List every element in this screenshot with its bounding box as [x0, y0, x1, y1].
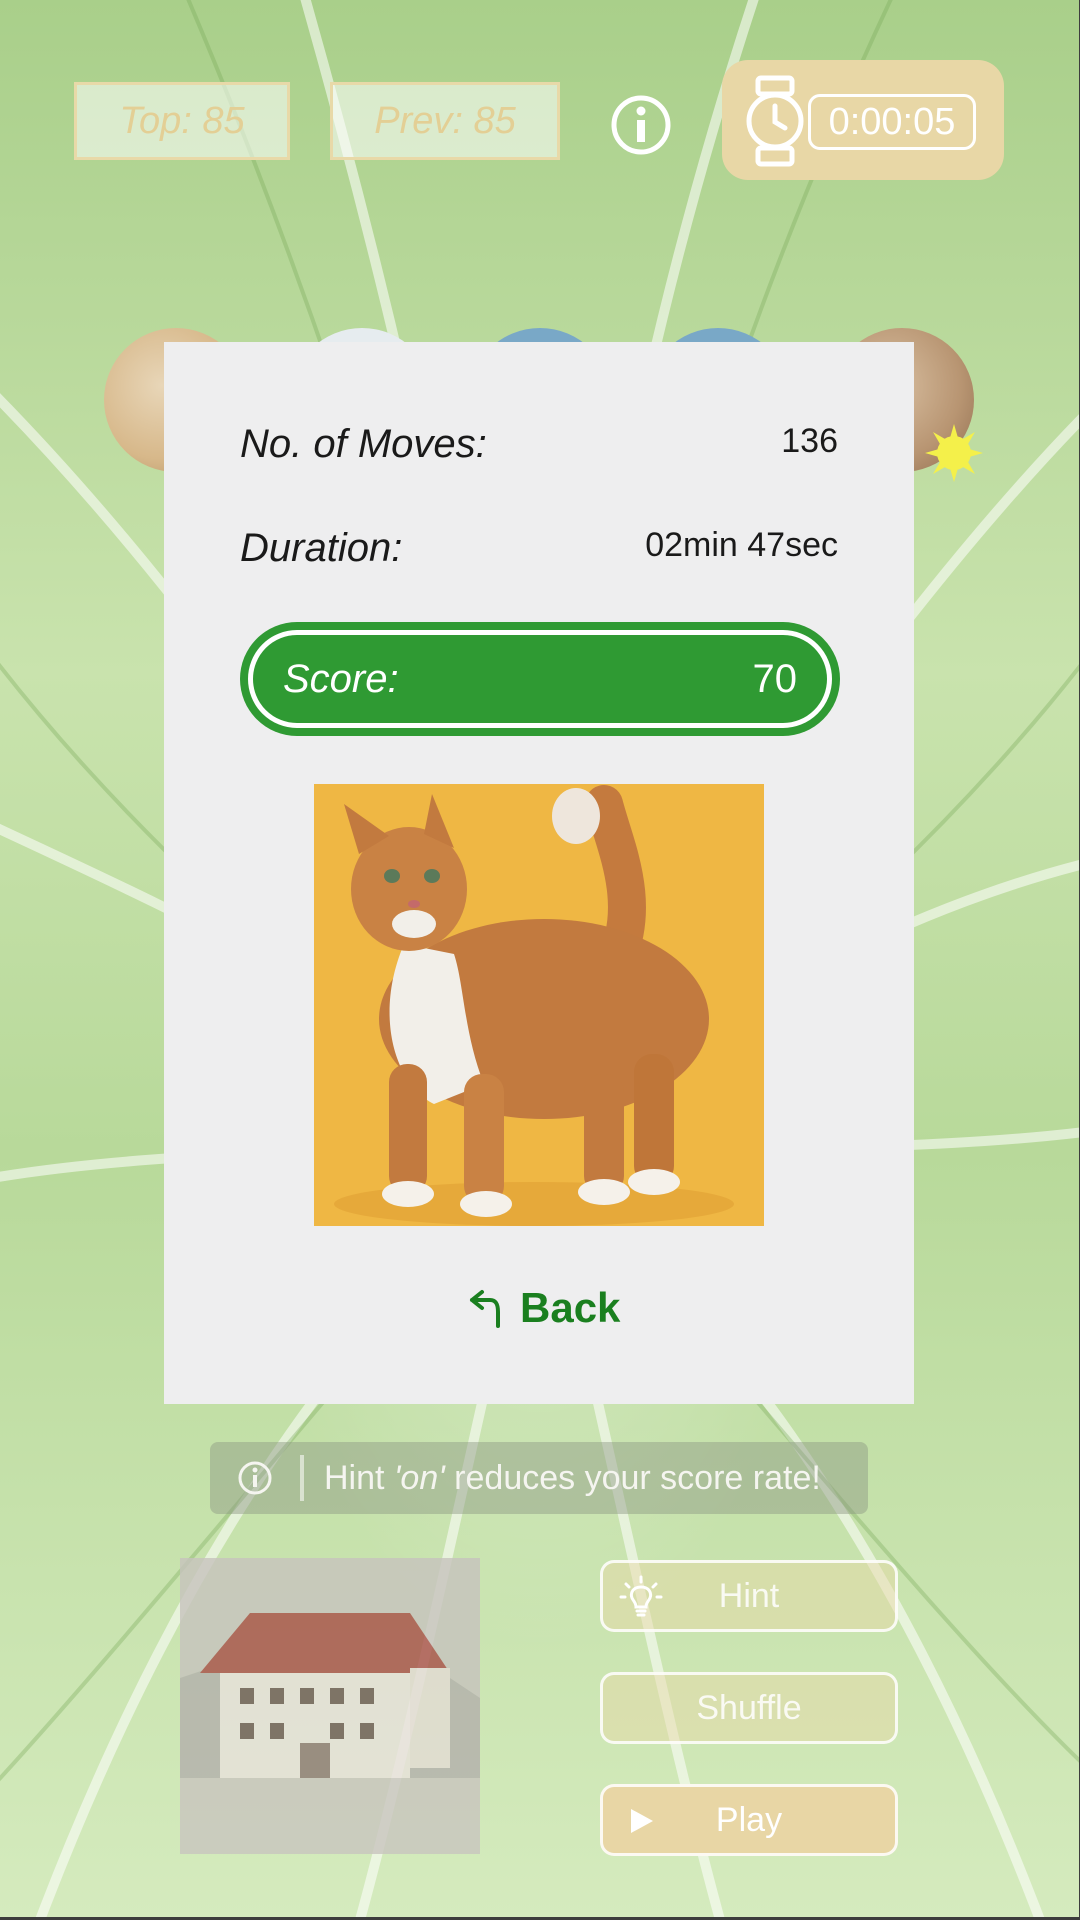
next-puzzle-preview[interactable] — [180, 1558, 480, 1854]
shuffle-button[interactable]: Shuffle — [600, 1672, 898, 1744]
play-icon — [631, 1809, 653, 1833]
hint-label: Hint — [718, 1576, 780, 1615]
info-button[interactable] — [610, 94, 672, 156]
back-arrow-icon — [470, 1290, 500, 1328]
moves-label: No. of Moves: — [240, 422, 487, 466]
solved-puzzle-image — [314, 784, 764, 1226]
score-label: Score: — [283, 656, 399, 701]
info-icon — [611, 95, 671, 155]
duration-label: Duration: — [240, 526, 403, 570]
game-timer: 0:00:05 — [722, 60, 1004, 180]
watch-icon — [746, 75, 804, 167]
sun-badge-icon — [925, 424, 983, 482]
back-button[interactable]: Back — [464, 1278, 620, 1338]
play-label: Play — [715, 1800, 783, 1839]
hint-button[interactable]: Hint — [600, 1560, 898, 1632]
lightbulb-icon — [619, 1575, 663, 1617]
top-score-box: Top: 85 — [74, 82, 290, 160]
hint-warning: Hint 'on' reduces your score rate! — [210, 1442, 868, 1514]
result-dialog: No. of Moves: 136 Duration: 02min 47sec … — [164, 342, 914, 1404]
score-pill: Score: 70 — [240, 622, 840, 736]
info-icon — [238, 1461, 272, 1495]
hint-warning-text: Hint 'on' reduces your score rate! — [324, 1458, 821, 1497]
score-value: 70 — [752, 656, 798, 701]
shuffle-label: Shuffle — [696, 1688, 802, 1727]
back-label: Back — [520, 1284, 621, 1331]
moves-value: 136 — [781, 422, 838, 460]
prev-score-box: Prev: 85 — [330, 82, 560, 160]
divider — [300, 1455, 304, 1501]
play-button[interactable]: Play — [600, 1784, 898, 1856]
timer-value: 0:00:05 — [808, 94, 976, 150]
duration-value: 02min 47sec — [645, 526, 838, 564]
